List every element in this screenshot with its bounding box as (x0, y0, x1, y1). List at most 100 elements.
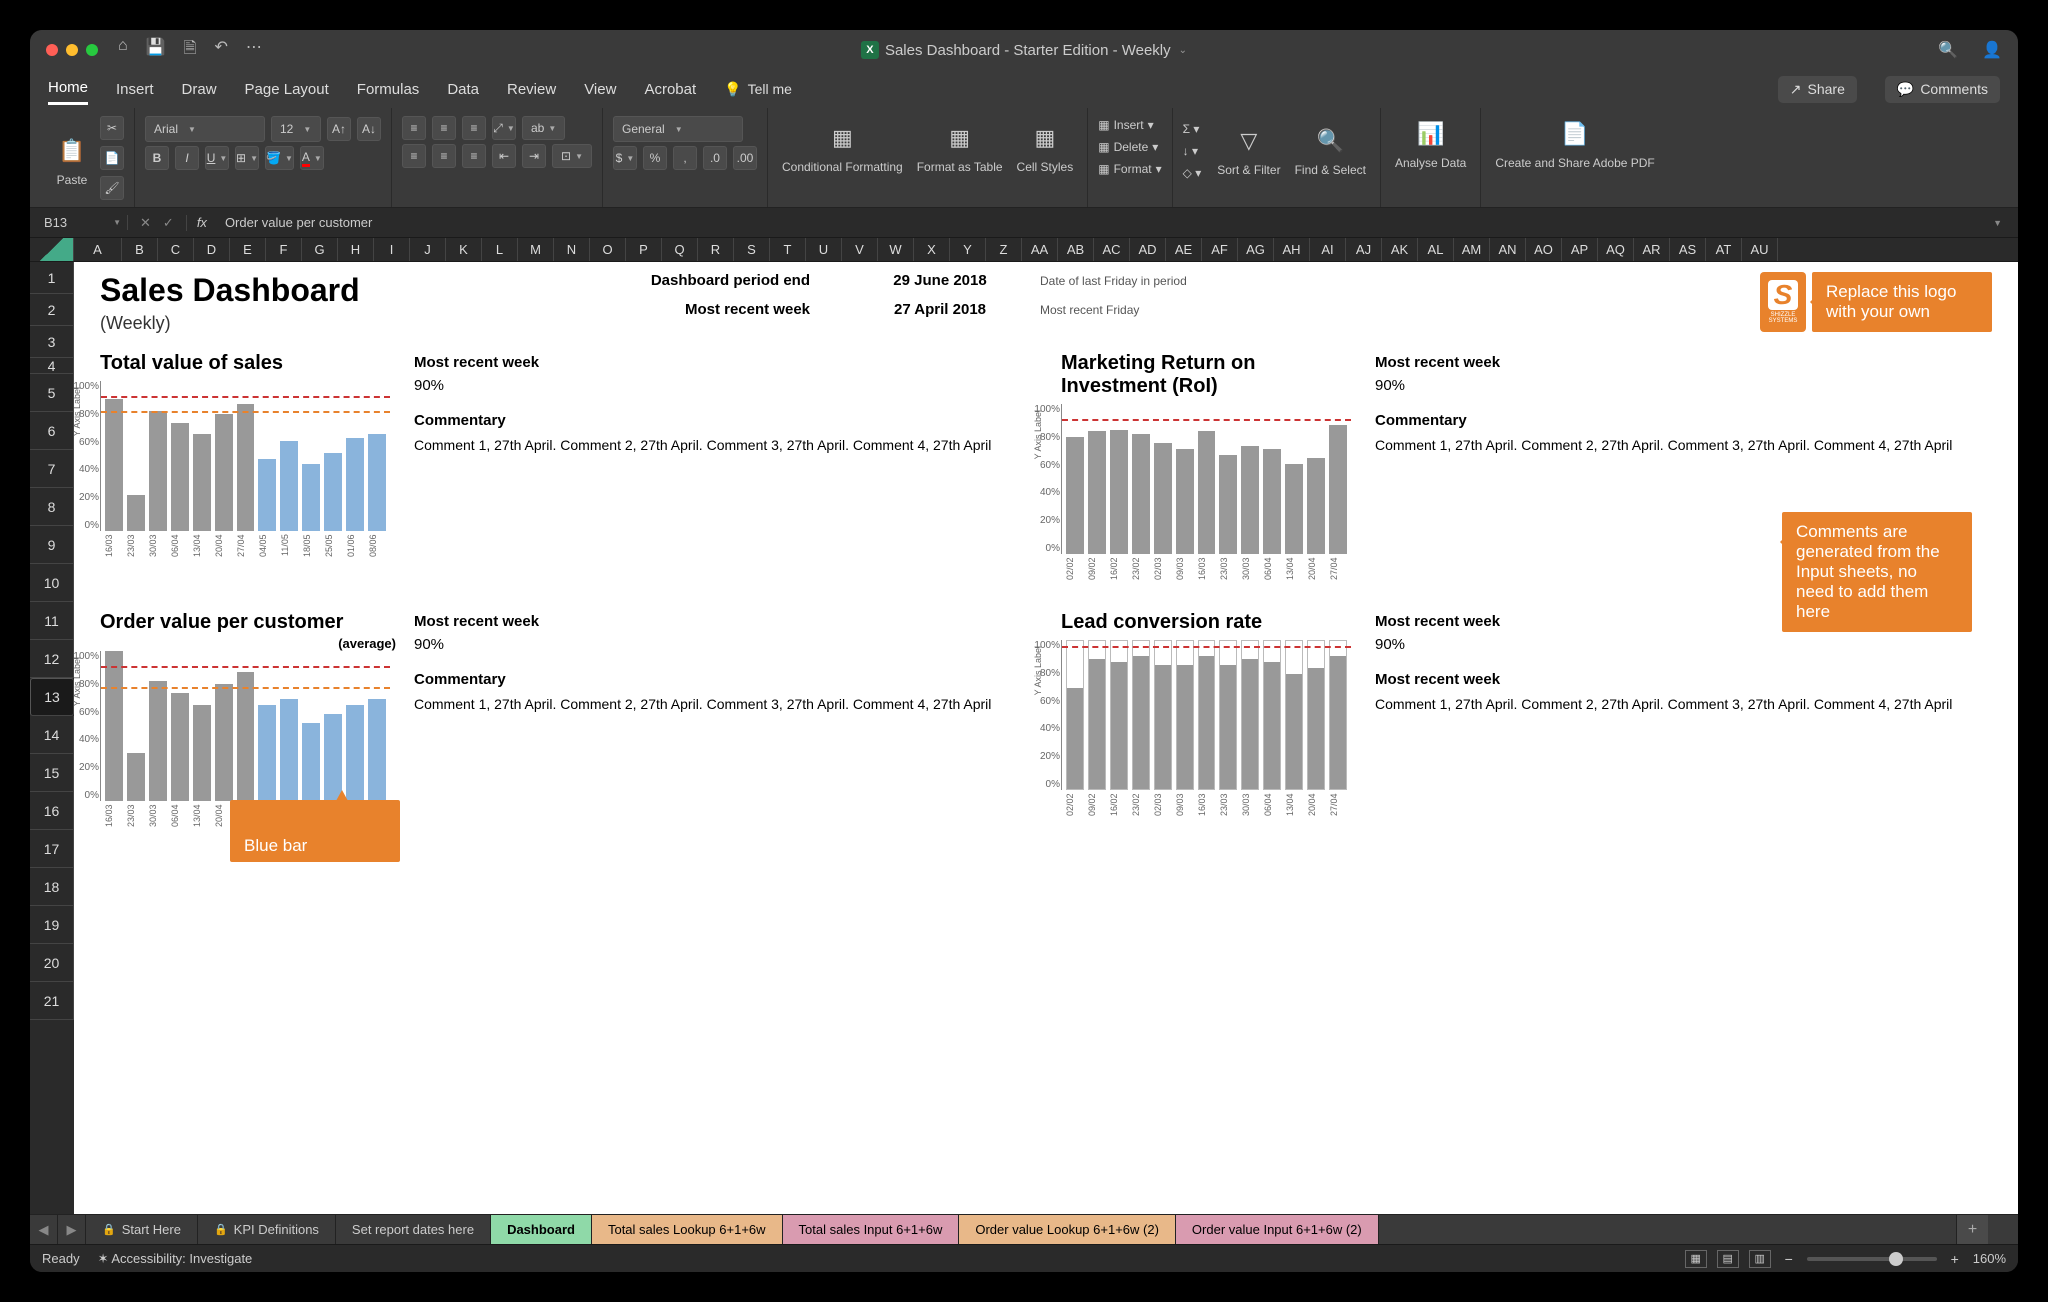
column-header[interactable]: T (770, 238, 806, 261)
row-header[interactable]: 20 (30, 944, 74, 982)
column-header[interactable]: A (74, 238, 122, 261)
sheet-tab[interactable]: Set report dates here (336, 1215, 491, 1244)
column-header[interactable]: AG (1238, 238, 1274, 261)
column-header[interactable]: AT (1706, 238, 1742, 261)
analyse-data-button[interactable]: 📊Analyse Data (1391, 112, 1470, 170)
copy-button[interactable]: 📄 (100, 146, 124, 170)
close-window-button[interactable] (46, 44, 58, 56)
add-sheet-button[interactable]: + (1956, 1215, 1988, 1244)
column-header[interactable]: AU (1742, 238, 1778, 261)
conditional-formatting-button[interactable]: ▦Conditional Formatting (778, 116, 907, 174)
row-header[interactable]: 1 (30, 262, 74, 294)
tab-page-layout[interactable]: Page Layout (245, 75, 329, 104)
column-header[interactable]: I (374, 238, 410, 261)
tab-data[interactable]: Data (447, 75, 479, 104)
font-size-select[interactable]: 12▼ (271, 116, 321, 142)
clear-button[interactable]: ◇ ▾ (1183, 166, 1202, 180)
tell-me-search[interactable]: 💡Tell me (724, 81, 792, 98)
find-select-button[interactable]: 🔍Find & Select (1291, 119, 1370, 177)
row-header[interactable]: 21 (30, 982, 74, 1020)
sheet-tab[interactable]: 🔒Start Here (86, 1215, 198, 1244)
column-header[interactable]: K (446, 238, 482, 261)
row-header[interactable]: 6 (30, 412, 74, 450)
sheet-tab[interactable]: Order value Input 6+1+6w (2) (1176, 1215, 1379, 1244)
column-header[interactable]: F (266, 238, 302, 261)
sheet-tab[interactable]: Dashboard (491, 1215, 592, 1244)
align-middle-button[interactable]: ≡ (432, 116, 456, 140)
column-header[interactable]: AQ (1598, 238, 1634, 261)
cancel-formula-icon[interactable]: ✕ (140, 215, 151, 231)
underline-button[interactable]: U▼ (205, 146, 229, 170)
column-header[interactable]: B (122, 238, 158, 261)
percent-button[interactable]: % (643, 146, 667, 170)
home-icon[interactable]: ⌂ (118, 37, 128, 64)
row-header[interactable]: 9 (30, 526, 74, 564)
sheet-tab[interactable]: Total sales Input 6+1+6w (783, 1215, 960, 1244)
sort-filter-button[interactable]: ▽Sort & Filter (1213, 119, 1284, 177)
document-title[interactable]: X Sales Dashboard - Starter Edition - We… (861, 41, 1187, 59)
tab-view[interactable]: View (584, 75, 616, 104)
font-color-button[interactable]: A▼ (300, 146, 324, 170)
cell-styles-button[interactable]: ▦Cell Styles (1013, 116, 1078, 174)
column-header[interactable]: N (554, 238, 590, 261)
row-header[interactable]: 17 (30, 830, 74, 868)
tab-review[interactable]: Review (507, 75, 556, 104)
decrease-indent-button[interactable]: ⇤ (492, 144, 516, 168)
name-box[interactable]: B13▼ (38, 215, 128, 230)
delete-cells-button[interactable]: ▦ Delete ▾ (1098, 140, 1161, 154)
tab-draw[interactable]: Draw (182, 75, 217, 104)
align-bottom-button[interactable]: ≡ (462, 116, 486, 140)
column-header[interactable]: AM (1454, 238, 1490, 261)
enter-formula-icon[interactable]: ✓ (163, 215, 174, 231)
row-header[interactable]: 16 (30, 792, 74, 830)
increase-font-button[interactable]: A↑ (327, 117, 351, 141)
fill-color-button[interactable]: 🪣▼ (265, 146, 294, 170)
maximize-window-button[interactable] (86, 44, 98, 56)
tab-home[interactable]: Home (48, 73, 88, 105)
row-header[interactable]: 4 (30, 358, 74, 374)
column-header[interactable]: AI (1310, 238, 1346, 261)
row-header[interactable]: 12 (30, 640, 74, 678)
minimize-window-button[interactable] (66, 44, 78, 56)
column-header[interactable]: AN (1490, 238, 1526, 261)
row-header[interactable]: 14 (30, 716, 74, 754)
column-header[interactable]: AR (1634, 238, 1670, 261)
number-format-select[interactable]: General▼ (613, 116, 743, 142)
tab-formulas[interactable]: Formulas (357, 75, 420, 104)
bold-button[interactable]: B (145, 146, 169, 170)
column-header[interactable]: G (302, 238, 338, 261)
column-header[interactable]: AL (1418, 238, 1454, 261)
row-header[interactable]: 3 (30, 326, 74, 358)
tab-insert[interactable]: Insert (116, 75, 154, 104)
comma-button[interactable]: , (673, 146, 697, 170)
column-header[interactable]: E (230, 238, 266, 261)
column-header[interactable]: AE (1166, 238, 1202, 261)
align-left-button[interactable]: ≡ (402, 144, 426, 168)
column-header[interactable]: AA (1022, 238, 1058, 261)
column-header[interactable]: H (338, 238, 374, 261)
column-header[interactable]: D (194, 238, 230, 261)
format-painter-button[interactable]: 🖌 (100, 176, 124, 200)
column-header[interactable]: S (734, 238, 770, 261)
align-center-button[interactable]: ≡ (432, 144, 456, 168)
status-accessibility[interactable]: ✶ Accessibility: Investigate (98, 1251, 253, 1267)
autosave-icon[interactable]: 🗎 (184, 37, 197, 64)
zoom-out-button[interactable]: − (1781, 1251, 1797, 1267)
wrap-text-button[interactable]: ab▼ (522, 116, 565, 140)
autosum-button[interactable]: Σ ▾ (1183, 122, 1202, 136)
sheet-next-button[interactable]: ▶ (58, 1215, 86, 1244)
column-header[interactable]: AO (1526, 238, 1562, 261)
page-break-view-button[interactable]: ▥ (1749, 1250, 1771, 1268)
page-layout-view-button[interactable]: ▤ (1717, 1250, 1739, 1268)
sheet-prev-button[interactable]: ◀ (30, 1215, 58, 1244)
zoom-level[interactable]: 160% (1973, 1251, 2006, 1266)
column-header[interactable]: U (806, 238, 842, 261)
font-select[interactable]: Arial▼ (145, 116, 265, 142)
column-header[interactable]: M (518, 238, 554, 261)
row-header[interactable]: 11 (30, 602, 74, 640)
column-header[interactable]: AF (1202, 238, 1238, 261)
column-header[interactable]: Z (986, 238, 1022, 261)
fx-button[interactable]: fx (187, 215, 217, 230)
column-header[interactable]: V (842, 238, 878, 261)
comments-button[interactable]: 💬Comments (1885, 76, 2000, 103)
